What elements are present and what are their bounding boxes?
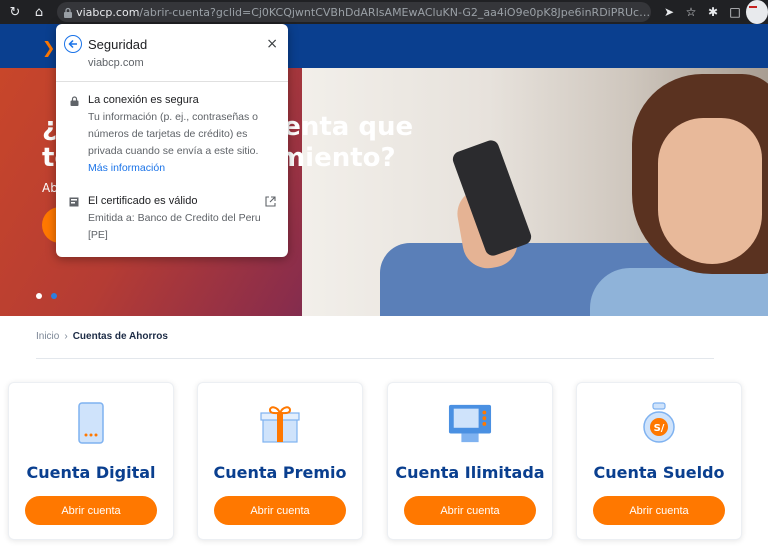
hero-headline-end-2: miento? [278, 143, 396, 173]
open-account-button[interactable]: Abrir cuenta [593, 496, 725, 525]
popup-divider [56, 81, 288, 82]
connection-desc-text: Tu información (p. ej., contraseñas o nú… [88, 111, 259, 157]
carousel-dots [36, 293, 57, 299]
money-bag-icon: S/ [637, 401, 681, 445]
carousel-dot-2[interactable] [51, 293, 57, 299]
hero-shirt [590, 268, 768, 316]
hero-face [658, 118, 762, 264]
lock-icon [68, 95, 80, 107]
card-cuenta-digital: Cuenta Digital Abrir cuenta [8, 382, 174, 540]
external-link-icon[interactable] [265, 196, 276, 207]
atm-icon [448, 401, 492, 445]
card-title: Cuenta Sueldo [593, 463, 725, 482]
phone-icon [69, 401, 113, 445]
site-security-popup: Seguridad viabcp.com × La conexión es se… [56, 24, 288, 257]
carousel-dot-1[interactable] [36, 293, 42, 299]
breadcrumb: Inicio › Cuentas de Ahorros [36, 331, 168, 342]
extensions-icon[interactable]: ✱ [702, 0, 724, 24]
logo-chevron-icon[interactable]: ❯ [42, 38, 55, 57]
divider [36, 358, 714, 359]
browser-toolbar: ↻ ⌂ viabcp.com /abrir-cuenta?gclid=Cj0KC… [0, 0, 768, 24]
open-account-button[interactable]: Abrir cuenta [404, 496, 536, 525]
more-info-link[interactable]: Más información [88, 160, 274, 177]
open-account-button[interactable]: Abrir cuenta [25, 496, 157, 525]
chevron-right-icon: › [64, 331, 68, 342]
blocked-icon[interactable] [746, 0, 768, 24]
account-cards: Cuenta Digital Abrir cuenta Cuenta Premi… [0, 382, 768, 542]
reload-icon[interactable]: ↻ [4, 0, 26, 24]
address-bar[interactable]: viabcp.com /abrir-cuenta?gclid=Cj0KCQjwn… [57, 2, 651, 22]
send-icon[interactable]: ➤ [658, 0, 680, 24]
hero-headline-end-1: enta que [283, 112, 414, 142]
certificate-valid-title[interactable]: El certificado es válido [88, 195, 197, 207]
certificate-issued-to: Emitida a: Banco de Credito del Peru [PE… [88, 212, 261, 241]
card-title: Cuenta Digital [26, 463, 156, 482]
connection-secure-title[interactable]: La conexión es segura [88, 94, 199, 106]
card-cuenta-ilimitada: Cuenta Ilimitada Abrir cuenta [387, 382, 553, 540]
lock-icon[interactable] [63, 6, 73, 18]
gift-icon [258, 401, 302, 445]
url-domain: viabcp.com [76, 5, 140, 19]
card-title: Cuenta Ilimitada [395, 463, 545, 482]
star-icon[interactable]: ☆ [680, 0, 702, 24]
url-path: /abrir-cuenta?gclid=Cj0KCQjwntCVBhDdARIs… [139, 5, 651, 19]
breadcrumb-home[interactable]: Inicio [36, 331, 59, 342]
popup-domain: viabcp.com [88, 57, 144, 69]
svg-text:S/: S/ [654, 423, 665, 434]
card-cuenta-sueldo: S/ Cuenta Sueldo Abrir cuenta [576, 382, 742, 540]
card-cuenta-premio: Cuenta Premio Abrir cuenta [197, 382, 363, 540]
close-icon[interactable]: × [266, 36, 278, 52]
breadcrumb-current: Cuentas de Ahorros [72, 331, 168, 342]
home-icon[interactable]: ⌂ [28, 0, 50, 24]
card-title: Cuenta Premio [213, 463, 347, 482]
back-arrow-icon[interactable] [64, 35, 82, 53]
popup-title: Seguridad [88, 37, 148, 52]
sidebar-icon[interactable]: □ [724, 0, 746, 24]
connection-secure-desc: Tu información (p. ej., contraseñas o nú… [88, 109, 274, 177]
certificate-icon [68, 196, 80, 208]
open-account-button[interactable]: Abrir cuenta [214, 496, 346, 525]
